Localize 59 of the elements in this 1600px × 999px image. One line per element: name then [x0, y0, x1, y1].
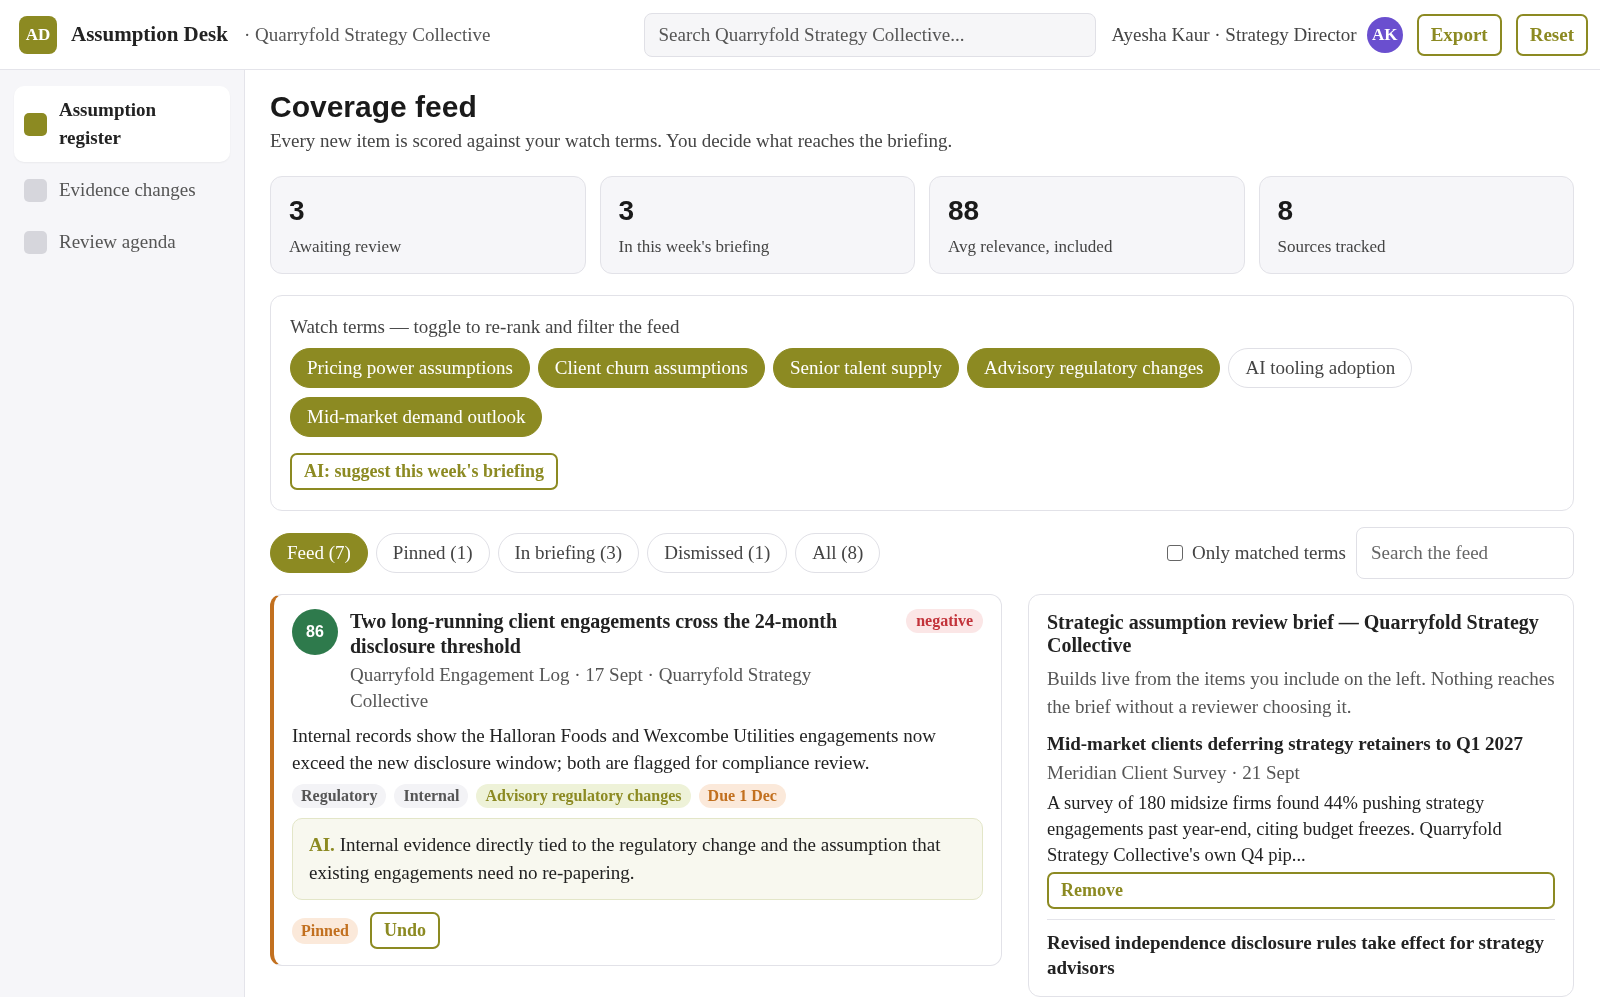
- watch-terms-label: Watch terms — toggle to re-rank and filter the feed: [290, 316, 681, 338]
- stat-label: Sources tracked: [1277, 237, 1387, 257]
- page-title: Coverage feed: [270, 90, 478, 124]
- remove-button[interactable]: Remove: [1047, 872, 1555, 909]
- sidebar-item[interactable]: Evidence changes: [14, 166, 230, 214]
- feed-tag: Due 1 Dec: [698, 784, 786, 808]
- feed-search-field[interactable]: Search the feed: [1356, 527, 1574, 579]
- filter-tab[interactable]: Feed (7): [270, 533, 368, 573]
- stat-label: Avg relevance, included: [948, 237, 1114, 257]
- logo-badge: AD: [19, 15, 57, 54]
- organization-name: · Quarryfold Strategy Collective: [243, 23, 491, 46]
- stat-value: 88: [948, 195, 981, 227]
- filter-tab[interactable]: Dismissed (1): [647, 533, 788, 573]
- sentiment-tag: negative: [906, 609, 983, 633]
- filter-tab[interactable]: All (8): [795, 533, 881, 573]
- brief-item-title: Mid-market clients deferring strategy retainers to Q1 2027: [1047, 732, 1525, 756]
- feed-item-meta: Quarryfold Engagement Log · 17 Sept · Quarryfold Strategy Collective: [350, 663, 813, 713]
- brief-title: Strategic assumption review brief — Quarryfold Strategy Collective: [1047, 611, 1540, 657]
- checkbox[interactable]: [1166, 545, 1183, 561]
- feed-item-summary: Internal records show the Halloran Foods and Wexcombe Utilities engagements now exceed the new disclosure window; both are flagged for compliance review.: [292, 724, 937, 775]
- nav-square-icon: [24, 112, 47, 136]
- stat-value: 8: [1277, 195, 1295, 227]
- watch-term-chip[interactable]: Senior talent supply: [773, 348, 959, 388]
- nav-square-icon: [24, 230, 47, 254]
- relevance-score-badge: 86: [292, 609, 338, 655]
- filter-tab[interactable]: Pinned (1): [375, 533, 490, 573]
- brief-item-title: Revised independence disclosure rules take effect for strategy advisors: [1047, 931, 1545, 980]
- user-avatar: AK: [1366, 16, 1403, 53]
- watch-term-chip[interactable]: Client churn assumptions: [537, 348, 765, 388]
- feed-item-title: Two long-running client engagements cross the 24-month disclosure threshold: [350, 609, 839, 659]
- undo-button[interactable]: Undo: [370, 912, 441, 949]
- app-title: Assumption Desk: [71, 22, 228, 47]
- watch-term-chip[interactable]: AI tooling adoption: [1228, 348, 1413, 388]
- pinned-status-tag: Pinned: [292, 917, 358, 944]
- ai-suggest-button[interactable]: AI: suggest this week's briefing: [290, 453, 558, 490]
- watch-term-chip[interactable]: Advisory regulatory changes: [966, 348, 1221, 388]
- watch-term-chip[interactable]: Pricing power assumptions: [290, 348, 530, 388]
- user-name: Ayesha Kaur · Strategy Director: [1111, 23, 1357, 46]
- brief-item-meta: Meridian Client Survey · 21 Sept: [1047, 762, 1301, 784]
- stat-value: 3: [618, 195, 636, 227]
- ai-note: AI. Internal evidence directly tied to the regulatory change and the assumption that existing engagements need no re-papering.: [292, 818, 983, 900]
- sidebar-item[interactable]: Review agenda: [14, 218, 230, 266]
- feed-tag: Advisory regulatory changes: [476, 784, 691, 808]
- brief-item-summary: A survey of 180 midsize firms found 44% pushing strategy engagements past year-end, citing budget freezes. Quarryfold Strategy Collective's own Q4 pip...: [1047, 792, 1503, 867]
- reset-button[interactable]: Reset: [1515, 13, 1588, 56]
- stat-label: In this week's briefing: [618, 237, 771, 257]
- checkbox-label: Only matched terms: [1191, 542, 1346, 564]
- sidebar-item[interactable]: Assumption register: [14, 86, 230, 162]
- watch-term-chip[interactable]: Mid-market demand outlook: [290, 397, 543, 437]
- export-button[interactable]: Export: [1416, 13, 1502, 56]
- nav-square-icon: [24, 178, 47, 202]
- feed-tag: Regulatory: [292, 784, 387, 808]
- stat-value: 3: [289, 195, 306, 227]
- page-subtitle: Every new item is scored against your watch terms. You decide what reaches the briefing.: [270, 130, 954, 152]
- search-field[interactable]: Search Quarryfold Strategy Collective...: [643, 12, 1096, 57]
- feed-tag: Internal: [394, 784, 469, 808]
- filter-tab[interactable]: In briefing (3): [497, 533, 640, 573]
- brief-description: Builds live from the items you include on the left. Nothing reaches the brief without a reviewer choosing it.: [1047, 667, 1555, 719]
- stat-label: Awaiting review: [289, 237, 403, 257]
